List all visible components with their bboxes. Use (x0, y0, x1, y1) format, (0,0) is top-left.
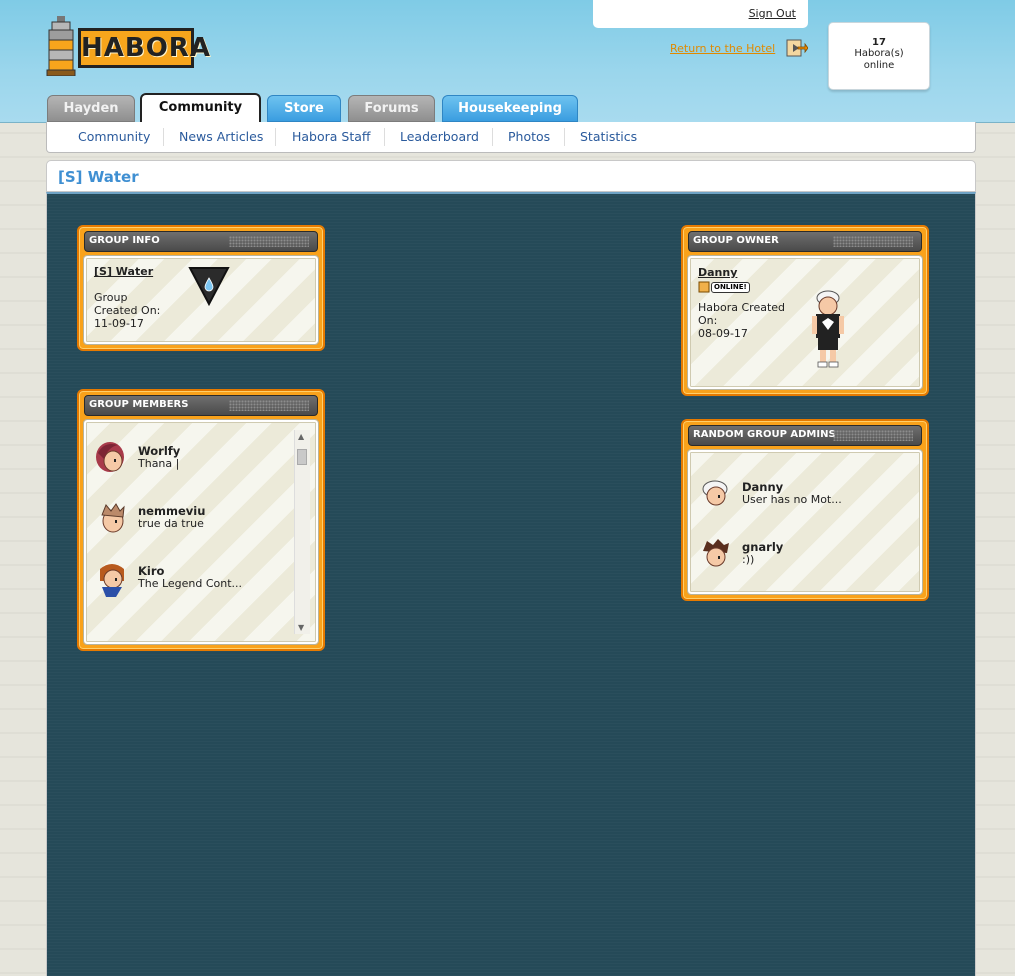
list-item[interactable]: Kiro The Legend Cont... (86, 559, 286, 609)
list-item[interactable]: gnarly :)) (690, 535, 890, 585)
signout-panel: Sign Out (593, 0, 808, 28)
created-on-label: Created On: (94, 304, 161, 317)
member-motto: The Legend Cont... (138, 577, 243, 590)
admin-motto: User has no Mot... (742, 493, 842, 506)
online-label-2: online (863, 60, 895, 71)
header-grip (833, 430, 913, 441)
user-avatar-icon (702, 480, 728, 506)
return-to-hotel-link[interactable]: Return to the Hotel (670, 42, 775, 55)
widget-title: GROUP MEMBERS (89, 399, 189, 410)
owner-name-link[interactable]: Danny (698, 266, 737, 279)
list-item[interactable]: Worlfy Thana | (86, 439, 286, 489)
widget-body: Danny ONLINE! Habora Created On: 08-09-1… (687, 255, 923, 390)
water-drop-badge-icon (188, 267, 230, 306)
page-title-bar: [S] Water (46, 160, 976, 192)
status-light-icon (698, 281, 710, 293)
widget-body: [S] Water Group Created On: 11-09-17 (83, 255, 319, 345)
logo-wordmark: HABORA (78, 28, 210, 68)
user-avatar-icon (96, 442, 124, 472)
members-list: Worlfy Thana | nemmeviu true da true Kir… (83, 419, 319, 645)
admin-motto: :)) (742, 553, 755, 566)
online-status-badge: ONLINE! (698, 281, 750, 293)
owner-created-date: 08-09-17 (698, 327, 748, 340)
tab-housekeeping[interactable]: Housekeeping (442, 95, 578, 122)
widget-header: GROUP OWNER (688, 231, 922, 252)
header-grip (833, 236, 913, 247)
widget-title: RANDOM GROUP ADMINS (693, 429, 836, 440)
admins-list: Danny User has no Mot... gnarly :)) (687, 449, 923, 595)
header-grip (229, 236, 309, 247)
subnav-news-articles[interactable]: News Articles (179, 129, 263, 144)
habbo-created-label: Habora Created (698, 301, 786, 314)
group-admins-widget: RANDOM GROUP ADMINS Danny User has no Mo… (681, 419, 929, 601)
tab-hayden[interactable]: Hayden (47, 95, 135, 122)
user-avatar-icon (100, 564, 124, 597)
group-info-widget: GROUP INFO [S] Water Group Created On: 1… (77, 225, 325, 351)
header-grip (229, 400, 309, 411)
subnav-statistics[interactable]: Statistics (580, 129, 637, 144)
subnav-photos[interactable]: Photos (508, 129, 550, 144)
owner-avatar-figure (812, 290, 844, 368)
online-label: Habora(s) (854, 48, 904, 59)
divider (275, 128, 276, 146)
tab-community[interactable]: Community (140, 93, 261, 123)
divider (564, 128, 565, 146)
members-scrollbar[interactable]: ▲ ▼ (294, 430, 310, 634)
user-avatar-icon (703, 539, 729, 567)
scroll-down-icon[interactable]: ▼ (298, 623, 304, 632)
hotel-tower-icon (46, 16, 76, 76)
created-date: 11-09-17 (94, 317, 144, 330)
widget-title: GROUP INFO (89, 235, 160, 246)
sign-out-link[interactable]: Sign Out (749, 7, 796, 20)
online-counter: 17 Habora(s) online (828, 22, 930, 90)
list-item[interactable]: nemmeviu true da true (86, 499, 286, 549)
member-name[interactable]: Kiro (138, 564, 164, 578)
widget-header: GROUP INFO (84, 231, 318, 252)
online-count: 17 (872, 37, 886, 48)
group-name-link[interactable]: [S] Water (94, 265, 153, 278)
header: HABORA Sign Out Return to the Hotel 17 H… (0, 0, 1015, 123)
created-on-label: On: (698, 314, 718, 327)
subnav-leaderboard[interactable]: Leaderboard (400, 129, 479, 144)
habora-logo[interactable]: HABORA (46, 16, 210, 76)
online-status-label: ONLINE! (711, 282, 750, 293)
divider (384, 128, 385, 146)
member-name[interactable]: nemmeviu (138, 504, 205, 518)
subnav-habora-staff[interactable]: Habora Staff (292, 129, 371, 144)
widget-title: GROUP OWNER (693, 235, 779, 246)
subnav-community[interactable]: Community (78, 129, 150, 144)
admin-name[interactable]: Danny (742, 480, 783, 494)
group-owner-widget: GROUP OWNER Danny ONLINE! Habora Created… (681, 225, 929, 396)
widget-header: RANDOM GROUP ADMINS (688, 425, 922, 446)
admin-name[interactable]: gnarly (742, 540, 783, 554)
member-name[interactable]: Worlfy (138, 444, 180, 458)
list-item[interactable]: Danny User has no Mot... (690, 475, 890, 525)
widget-header: GROUP MEMBERS (84, 395, 318, 416)
group-label: Group (94, 291, 128, 304)
group-page-content: GROUP INFO [S] Water Group Created On: 1… (46, 192, 976, 976)
scroll-thumb[interactable] (297, 449, 307, 465)
tab-forums[interactable]: Forums (348, 95, 435, 122)
divider (163, 128, 164, 146)
group-members-widget: GROUP MEMBERS Worlfy Thana | nemmeviu tr… (77, 389, 325, 651)
member-motto: true da true (138, 517, 204, 530)
scroll-up-icon[interactable]: ▲ (298, 432, 304, 441)
user-avatar-icon (101, 503, 125, 533)
tab-store[interactable]: Store (267, 95, 341, 122)
sub-navigation: Community News Articles Habora Staff Lea… (46, 122, 976, 153)
page-title: [S] Water (58, 168, 139, 186)
member-motto: Thana | (138, 457, 180, 470)
divider (492, 128, 493, 146)
enter-hotel-icon[interactable] (784, 36, 808, 60)
